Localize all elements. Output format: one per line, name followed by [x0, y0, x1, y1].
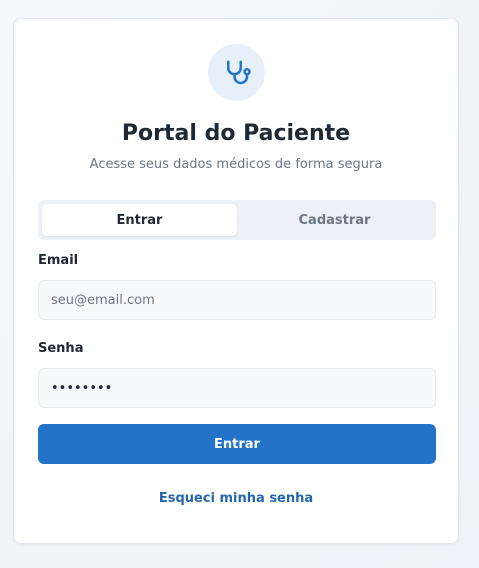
forgot-password-link[interactable]: Esqueci minha senha	[14, 491, 458, 506]
submit-button[interactable]: Entrar	[38, 424, 436, 464]
tab-cadastrar[interactable]: Cadastrar	[237, 204, 432, 236]
login-card: Portal do Paciente Acesse seus dados méd…	[13, 18, 459, 544]
page-title: Portal do Paciente	[121, 121, 351, 146]
tab-entrar[interactable]: Entrar	[42, 204, 237, 236]
auth-tabs: Entrar Cadastrar	[38, 200, 436, 240]
stethoscope-icon	[226, 60, 251, 84]
password-field[interactable]	[38, 368, 436, 408]
page-subtitle: Acesse seus dados médicos de forma segur…	[89, 157, 383, 172]
email-field[interactable]	[38, 280, 436, 320]
password-label: Senha	[38, 341, 84, 356]
email-label: Email	[38, 253, 79, 268]
logo-badge	[208, 44, 265, 101]
